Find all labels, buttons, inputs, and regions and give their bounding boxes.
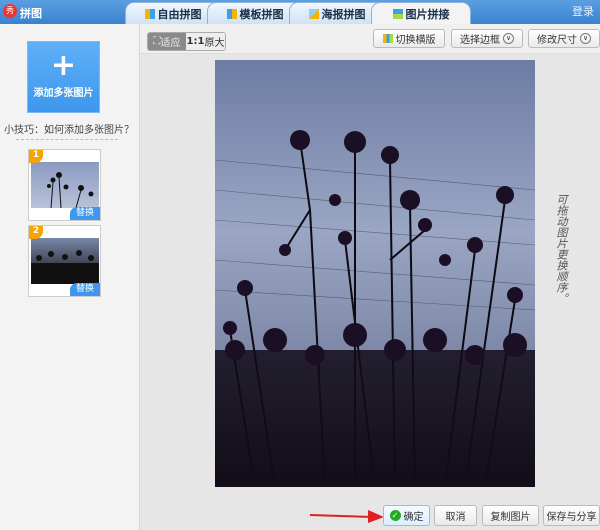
plus-icon: + [50,48,77,83]
tab-label: 自由拼图 [157,7,202,21]
select-border-label: 选择边框 [460,35,500,46]
tab-label: 模板拼图 [239,7,284,21]
tab-label: 图片拼接 [405,7,450,21]
poster-icon [308,8,319,19]
app-logo-icon: 秀 [3,4,17,18]
resize-label: 修改尺寸 [537,35,577,46]
layout-icon [382,34,393,43]
mode-tabs: 自由拼图 模板拼图 海报拼图 图片拼接 [125,2,471,24]
toolbar: ⛶ 适应 1:1 原大 切换横版 选择边框 ∨ 修改尺寸 ∨ [140,24,600,54]
app-title: 拼图 [20,7,42,20]
fit-button[interactable]: ⛶ 适应 [148,33,186,50]
copy-image-button[interactable]: 复制图片 [482,505,539,526]
thumbnail-image [31,162,99,208]
switch-layout-label: 切换横版 [395,35,436,46]
thumbnail-1[interactable]: 1 替换 [28,149,101,221]
ratio-label: 1:1 [186,36,205,47]
resize-dropdown[interactable]: 修改尺寸 ∨ [528,29,600,48]
login-link[interactable]: 登录 [572,3,594,19]
confirm-button[interactable]: ✓ 确定 [383,505,430,526]
pointer-arrow-icon [310,510,384,523]
zoom-toggle: ⛶ 适应 1:1 原大 [147,32,226,51]
fit-label: 适应 [160,38,181,49]
switch-layout-button[interactable]: 切换横版 [373,29,445,48]
check-icon: ✓ [389,510,401,521]
chevron-down-icon: ∨ [503,33,514,44]
template-icon [226,8,237,19]
sidebar: + 添加多张图片 小技巧：如何添加多张图片？ 1 替换 2 替换 [0,24,140,530]
stitch-icon [392,8,403,19]
stitched-photo[interactable] [215,60,535,487]
cancel-button[interactable]: 取消 [434,505,477,526]
tab-image-stitch[interactable]: 图片拼接 [371,2,471,24]
tab-label: 海报拼图 [321,7,366,21]
chevron-down-icon: ∨ [580,33,591,44]
tip-link[interactable]: 小技巧：如何添加多张图片？ [4,121,134,136]
select-border-dropdown[interactable]: 选择边框 ∨ [451,29,523,48]
fit-icon: ⛶ [153,36,161,47]
divider [16,139,118,140]
title-bar: 秀 拼图 自由拼图 模板拼图 海报拼图 图片拼接 登录 [0,0,600,24]
replace-button[interactable]: 替换 [70,207,100,220]
free-collage-icon [144,8,155,19]
add-images-button[interactable]: + 添加多张图片 [27,41,100,113]
add-images-label: 添加多张图片 [33,88,94,99]
drag-reorder-hint: 可拖动图片更换顺序。 [555,194,568,304]
confirm-label: 确定 [403,512,424,523]
original-size-button[interactable]: 1:1 原大 [186,33,225,50]
replace-button[interactable]: 替换 [70,283,100,296]
thumbnail-image [31,238,99,284]
thumbnail-2[interactable]: 2 替换 [28,225,101,297]
canvas-area: ⛶ 适应 1:1 原大 切换横版 选择边框 ∨ 修改尺寸 ∨ 可拖动图片更换顺序。 [140,24,600,530]
save-share-button[interactable]: 保存与分享 [543,505,600,526]
original-label: 原大 [204,38,225,49]
